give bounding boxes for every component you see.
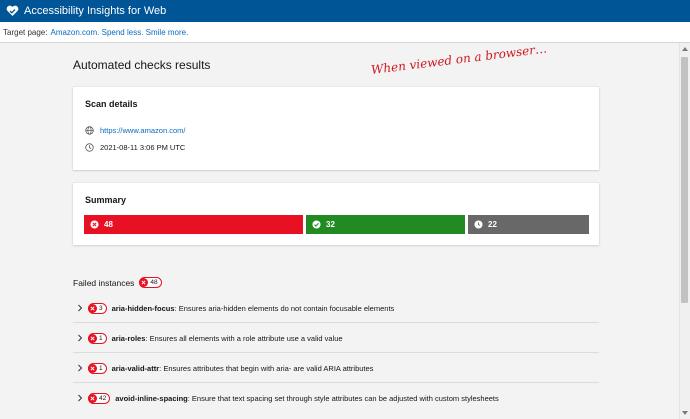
target-page-link[interactable]: Amazon.com. Spend less. Smile more.: [50, 28, 188, 37]
not-applicable-count: 22: [488, 220, 497, 229]
summary-card: Summary 48 32 22: [73, 183, 599, 245]
vertical-scrollbar[interactable]: [679, 43, 690, 419]
passed-count: 32: [326, 220, 335, 229]
failed-badge-icon: [139, 278, 149, 287]
scan-details-title: Scan details: [85, 99, 138, 109]
clock-icon: [85, 143, 94, 152]
rule-failure-count: 3: [99, 304, 103, 312]
rule-id: aria-hidden-focus: [111, 303, 175, 313]
rule-description: : Ensures attributes that begin with ari…: [159, 363, 374, 373]
failed-instances-header: Failed instances 48: [73, 277, 162, 288]
scrollbar-thumb[interactable]: [681, 57, 688, 303]
failed-badge-icon: [88, 393, 97, 403]
scan-timestamp: 2021-08-11 3:06 PM UTC: [100, 143, 186, 152]
scan-url-row: https://www.amazon.com/: [85, 126, 185, 135]
chevron-right-icon[interactable]: [75, 304, 84, 313]
target-page-label: Target page:: [3, 27, 48, 37]
failed-badge-icon: [88, 303, 97, 313]
chevron-right-icon[interactable]: [75, 394, 84, 403]
rule-count-badge: 42: [88, 392, 111, 404]
failed-instances-count: 48: [150, 279, 158, 286]
failed-badge-icon: [88, 333, 97, 343]
app-title: Accessibility Insights for Web: [24, 5, 167, 17]
rule-failure-count: 1: [99, 364, 103, 372]
not-applicable-icon: [474, 220, 483, 229]
chevron-right-icon[interactable]: [75, 364, 84, 373]
scan-timestamp-row: 2021-08-11 3:06 PM UTC: [85, 143, 185, 152]
failed-summary-segment: 48: [84, 215, 303, 234]
failed-icon: [90, 220, 99, 229]
target-page-bar: Target page: Amazon.com. Spend less. Smi…: [0, 22, 690, 43]
rule-count-badge: 1: [88, 362, 107, 374]
handwritten-annotation: When viewed on a browser…: [370, 41, 548, 77]
failed-badge-icon: [88, 363, 97, 373]
rule-count-badge: 1: [88, 332, 107, 344]
globe-icon: [85, 126, 94, 135]
scan-details-card: Scan details https://www.amazon.com/ 202…: [73, 87, 599, 170]
app-header: Accessibility Insights for Web: [0, 0, 690, 22]
summary-title: Summary: [85, 195, 127, 205]
rule-id: aria-roles: [111, 333, 146, 343]
rule-failure-count: 1: [99, 334, 103, 342]
chevron-right-icon[interactable]: [75, 334, 84, 343]
failed-rule-row[interactable]: 1 aria-valid-attr : Ensures attributes t…: [73, 354, 599, 383]
rule-count-badge: 3: [88, 302, 107, 314]
scroll-down-icon[interactable]: [682, 411, 688, 415]
passed-summary-segment: 32: [306, 215, 465, 234]
heart-check-icon: [5, 4, 19, 18]
failed-rule-row[interactable]: 1 aria-roles : Ensures all elements with…: [73, 324, 599, 353]
page-title: Automated checks results: [73, 58, 211, 72]
failed-count: 48: [104, 220, 113, 229]
not-applicable-summary-segment: 22: [468, 215, 589, 234]
passed-icon: [312, 220, 321, 229]
failed-instances-title: Failed instances: [73, 277, 135, 288]
scroll-up-icon[interactable]: [682, 47, 688, 51]
rule-description: : Ensures aria-hidden elements do not co…: [174, 303, 395, 313]
rule-description: : Ensures all elements with a role attri…: [145, 333, 343, 343]
failed-instances-count-badge: 48: [139, 277, 162, 288]
rule-failure-count: 42: [99, 394, 107, 402]
rule-id: aria-valid-attr: [111, 363, 160, 373]
rule-id: avoid-inline-spacing: [115, 393, 188, 403]
failed-rule-row[interactable]: 3 aria-hidden-focus : Ensures aria-hidde…: [73, 294, 599, 323]
rule-description: : Ensure that text spacing set through s…: [187, 393, 499, 403]
summary-bar: 48 32 22: [84, 215, 589, 234]
scan-url-link[interactable]: https://www.amazon.com/: [100, 126, 185, 135]
failed-rule-row[interactable]: 42 avoid-inline-spacing : Ensure that te…: [73, 384, 599, 412]
